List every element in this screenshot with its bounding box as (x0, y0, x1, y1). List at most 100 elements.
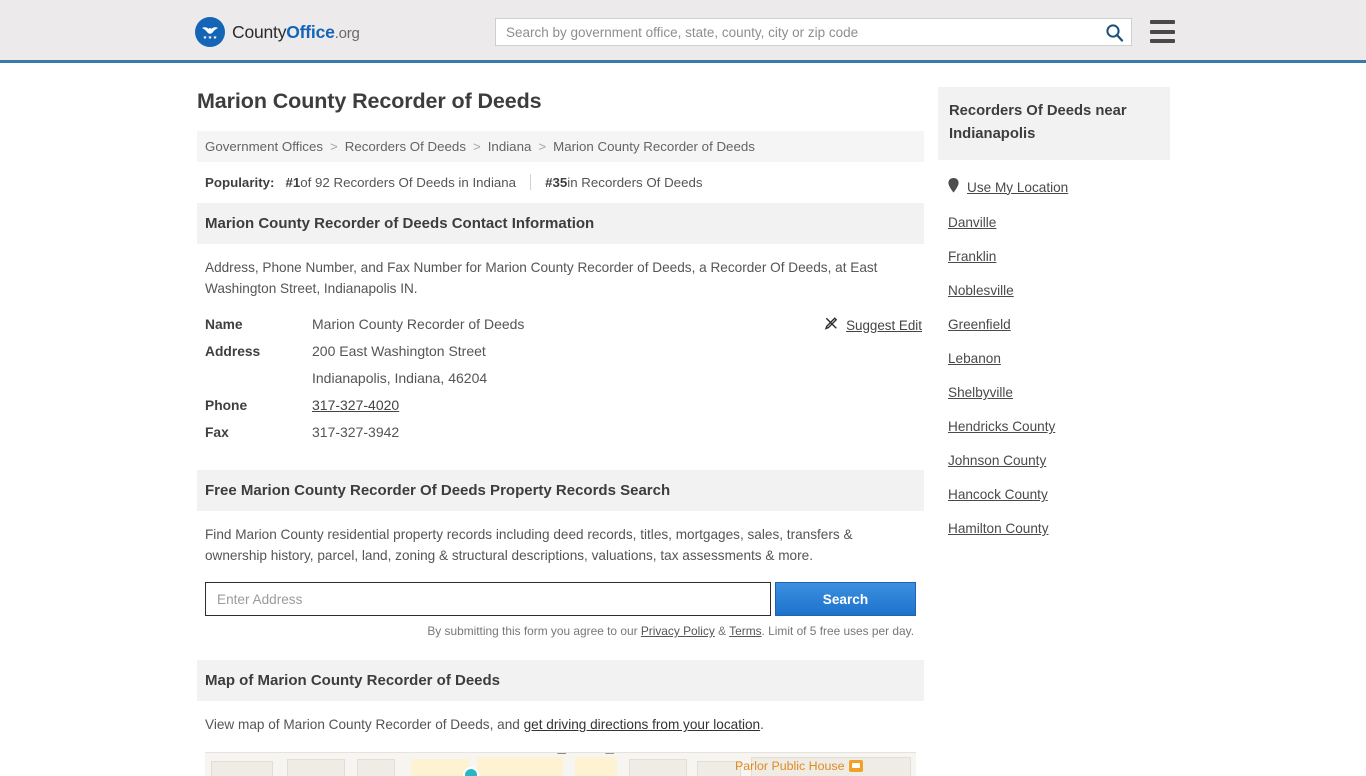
breadcrumb-item-government-offices[interactable]: Government Offices (205, 139, 323, 154)
terms-link[interactable]: Terms (729, 624, 761, 638)
map-street-label: Ht (557, 753, 569, 755)
main-content-column: Marion County Recorder of Deeds Governme… (197, 89, 924, 776)
contact-value-fax: 317-327-3942 (312, 424, 400, 440)
logo-text-tld: .org (334, 24, 360, 42)
breadcrumb-separator: > (472, 139, 481, 154)
sidebar-nearby-list: Use My Location Danville Franklin Nobles… (938, 178, 1170, 536)
map-block (357, 758, 395, 776)
sidebar-item-hendricks-county[interactable]: Hendricks County (938, 419, 1170, 434)
sidebar-heading: Recorders Of Deeds near Indianapolis (938, 87, 1170, 160)
phone-link[interactable]: 317-327-4020 (312, 397, 399, 413)
hamburger-bar (1150, 20, 1175, 24)
contact-section-body: Address, Phone Number, and Fax Number fo… (197, 244, 924, 299)
sidebar-link[interactable]: Shelbyville (948, 385, 1013, 400)
edit-pencil-icon (824, 316, 839, 334)
breadcrumb-item-current: Marion County Recorder of Deeds (553, 139, 755, 154)
hamburger-bar (1150, 39, 1175, 43)
sidebar-link[interactable]: Johnson County (948, 453, 1046, 468)
popularity-bar: Popularity: #1 of 92 Recorders Of Deeds … (197, 162, 924, 203)
global-search-box[interactable] (495, 18, 1132, 46)
sidebar-link[interactable]: Greenfield (948, 317, 1011, 332)
sidebar-link[interactable]: Franklin (948, 249, 996, 264)
contact-value-name: Marion County Recorder of Deeds (312, 316, 525, 332)
sidebar-link[interactable]: Danville (948, 215, 996, 230)
sidebar-item-hancock-county[interactable]: Hancock County (938, 487, 1170, 502)
contact-row-address: Address 200 East Washington Street (205, 343, 916, 359)
hamburger-menu-icon[interactable] (1150, 20, 1175, 43)
logo-text-office: Office (286, 21, 335, 42)
map-embed[interactable]: Ht Ma Parlor Public House (205, 751, 916, 776)
contact-key-name: Name (205, 317, 243, 332)
search-icon[interactable] (1097, 19, 1131, 45)
contact-key-phone: Phone (205, 398, 248, 413)
map-parcel (411, 758, 469, 776)
contact-row-fax: Fax 317-327-3942 (205, 424, 916, 440)
map-block (287, 758, 345, 776)
logo-text-county: County (232, 21, 287, 42)
map-description-suffix: . (760, 717, 764, 732)
breadcrumb-item-recorders-of-deeds[interactable]: Recorders Of Deeds (345, 139, 466, 154)
map-description: View map of Marion County Recorder of De… (205, 715, 905, 736)
legal-amp: & (714, 624, 730, 638)
sidebar-link[interactable]: Hancock County (948, 487, 1048, 502)
sidebar-item-greenfield[interactable]: Greenfield (938, 317, 1170, 332)
contact-row-name: Name Marion County Recorder of Deeds (205, 316, 916, 332)
map-poi-label: Parlor Public House (735, 758, 845, 773)
sidebar-item-use-my-location[interactable]: Use My Location (938, 178, 1170, 196)
sidebar-item-shelbyville[interactable]: Shelbyville (938, 385, 1170, 400)
contact-description: Address, Phone Number, and Fax Number fo… (205, 260, 878, 296)
sidebar-item-lebanon[interactable]: Lebanon (938, 351, 1170, 366)
form-legal-text: By submitting this form you agree to our… (197, 616, 924, 638)
contact-key-fax: Fax (205, 425, 229, 440)
popularity-divider (530, 174, 532, 190)
contact-key-address: Address (205, 344, 261, 359)
property-search-button[interactable]: Search (774, 582, 916, 616)
site-logo[interactable]: CountyOffice.org (195, 17, 360, 47)
sidebar-item-franklin[interactable]: Franklin (938, 249, 1170, 264)
property-search-description: Find Marion County residential property … (205, 527, 853, 563)
contact-value-address-line1: 200 East Washington Street (312, 343, 486, 359)
popularity-national-text: in Recorders Of Deeds (567, 174, 703, 190)
hamburger-bar (1150, 29, 1175, 34)
contact-value-phone: 317-327-4020 (312, 397, 399, 413)
eagle-seal-icon (195, 17, 225, 47)
map-street-label: Ma (605, 753, 617, 755)
popularity-state-text: of 92 Recorders Of Deeds in Indiana (300, 174, 517, 190)
page-title: Marion County Recorder of Deeds (197, 89, 542, 113)
breadcrumb-separator: > (538, 139, 547, 154)
address-input[interactable] (205, 582, 771, 616)
map-section-heading: Map of Marion County Recorder of Deeds (197, 660, 924, 701)
privacy-policy-link[interactable]: Privacy Policy (641, 624, 715, 638)
sidebar-link[interactable]: Noblesville (948, 283, 1014, 298)
popularity-label: Popularity: (205, 174, 275, 190)
sidebar-item-danville[interactable]: Danville (938, 215, 1170, 230)
breadcrumb: Government Offices > Recorders Of Deeds … (197, 131, 924, 162)
site-logo-text: CountyOffice.org (232, 22, 360, 43)
map-parcel (477, 756, 563, 776)
map-block (629, 758, 687, 776)
contact-section-heading: Marion County Recorder of Deeds Contact … (197, 203, 924, 244)
breadcrumb-separator: > (330, 139, 338, 154)
map-block (211, 760, 273, 776)
sidebar-link[interactable]: Lebanon (948, 351, 1001, 366)
popularity-state-rank: #1 (285, 174, 301, 190)
map-poi-parlor-public-house: Parlor Public House (735, 759, 863, 773)
sidebar-link[interactable]: Hendricks County (948, 419, 1055, 434)
search-input[interactable] (496, 19, 1097, 45)
driving-directions-link[interactable]: get driving directions from your locatio… (524, 717, 761, 732)
restaurant-icon (848, 759, 863, 772)
sidebar-link[interactable]: Hamilton County (948, 521, 1049, 536)
legal-prefix: By submitting this form you agree to our (427, 624, 641, 638)
contact-details-table: Name Marion County Recorder of Deeds Add… (197, 316, 924, 440)
use-my-location-link[interactable]: Use My Location (967, 180, 1068, 195)
breadcrumb-item-indiana[interactable]: Indiana (488, 139, 532, 154)
suggest-edit-button[interactable]: Suggest Edit (824, 316, 922, 334)
contact-value-address-line2: Indianapolis, Indiana, 46204 (312, 370, 488, 386)
property-search-heading: Free Marion County Recorder Of Deeds Pro… (197, 470, 924, 511)
sidebar-item-johnson-county[interactable]: Johnson County (938, 453, 1170, 468)
sidebar: Recorders Of Deeds near Indianapolis Use… (938, 87, 1170, 555)
sidebar-item-hamilton-county[interactable]: Hamilton County (938, 521, 1170, 536)
sidebar-item-noblesville[interactable]: Noblesville (938, 283, 1170, 298)
map-section-body: View map of Marion County Recorder of De… (197, 701, 924, 736)
site-header: CountyOffice.org (0, 0, 1366, 63)
